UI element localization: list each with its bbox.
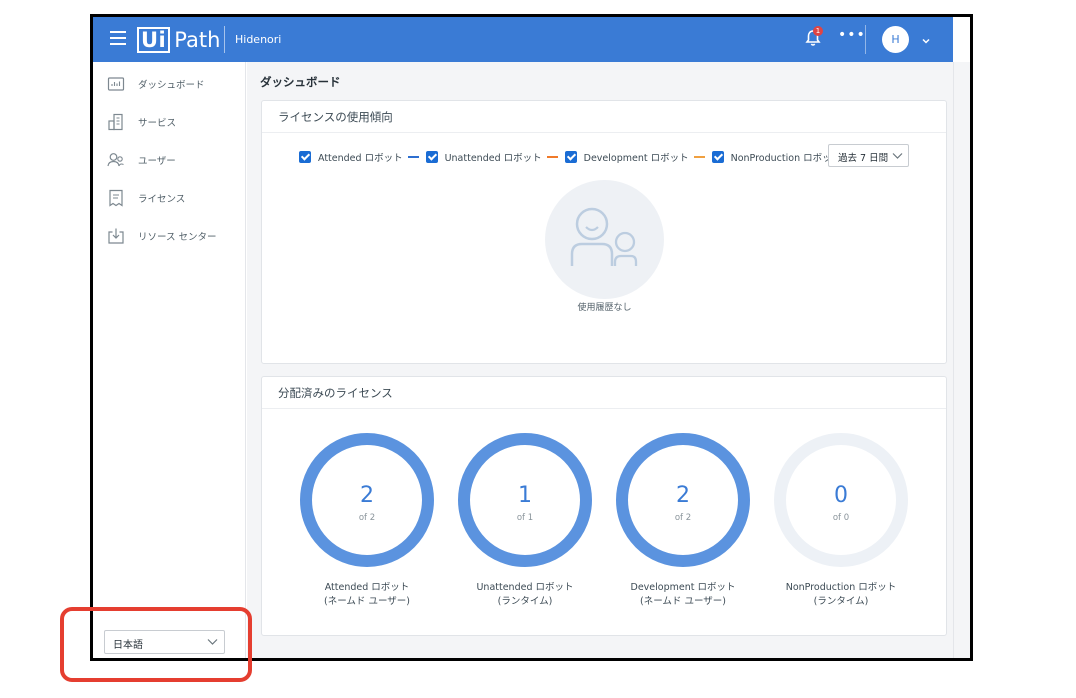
period-value: 過去 7 日間 (838, 153, 889, 164)
logo-path: Path (174, 27, 221, 52)
sidebar-item-services[interactable]: サービス (93, 109, 246, 135)
sidebar-item-label: サービス (138, 118, 177, 129)
donut-label: NonProduction ロボット (ランタイム) (785, 582, 897, 607)
donut-value: 0 (834, 483, 848, 508)
avatar[interactable]: H (882, 26, 909, 53)
scroll-gutter (953, 62, 970, 658)
legend-swatch (546, 156, 558, 158)
sidebar-item-label: ユーザー (138, 156, 176, 167)
card-title: 分配済みのライセンス (278, 386, 393, 400)
app-window: Ui Path Hidenori 1 ••• H ダッシュボード サービス ユー… (90, 14, 973, 661)
donut-label: Attended ロボット (ネームド ユーザー) (324, 582, 410, 607)
tenant-name[interactable]: Hidenori (235, 33, 281, 46)
legend-swatch (693, 156, 705, 158)
card-divider (262, 132, 946, 133)
legend-label: NonProduction ロボット (730, 153, 842, 164)
menu-icon[interactable] (110, 31, 126, 45)
no-history-text: 使用履歴なし (577, 303, 632, 313)
checkbox-development[interactable] (564, 151, 577, 163)
sidebar-item-label: ライセンス (138, 194, 186, 205)
legend-attended[interactable]: Attended ロボット (299, 150, 419, 164)
no-history-illustration (545, 180, 664, 299)
dashboard-icon (106, 74, 126, 94)
legend-label: Development ロボット (583, 153, 689, 164)
notification-badge: 1 (813, 26, 823, 36)
donut-value: 1 (518, 483, 532, 508)
donut-total: of 0 (832, 513, 850, 523)
uipath-logo[interactable]: Ui Path (137, 26, 220, 53)
chevron-down-icon (892, 153, 903, 159)
sidebar-item-label: リソース センター (138, 232, 217, 243)
header-divider (224, 26, 225, 53)
donut-total: of 2 (358, 513, 376, 523)
chevron-down-icon[interactable] (921, 31, 931, 44)
highlight-annotation (60, 607, 252, 682)
donut-label: Unattended ロボット (ランタイム) (476, 582, 574, 607)
donut-total: of 2 (674, 513, 692, 523)
top-header: Ui Path Hidenori 1 ••• H (93, 17, 953, 62)
download-icon (106, 226, 126, 246)
legend-development[interactable]: Development ロボット (564, 150, 705, 164)
license-usage-card: ライセンスの使用傾向 Attended ロボット Unattended ロボット… (261, 100, 947, 364)
legend-swatch (407, 156, 419, 158)
main-content: ダッシュボード ライセンスの使用傾向 Attended ロボット Unatten… (247, 62, 953, 658)
checkbox-unattended[interactable] (425, 151, 438, 163)
sidebar-item-resource-center[interactable]: リソース センター (93, 223, 246, 249)
card-title: ライセンスの使用傾向 (278, 110, 393, 124)
donut-label: Development ロボット (ネームド ユーザー) (630, 582, 736, 607)
legend-label: Unattended ロボット (444, 153, 542, 164)
period-select[interactable]: 過去 7 日間 (828, 144, 909, 167)
checkbox-nonproduction[interactable] (711, 151, 724, 163)
donut-value: 2 (676, 483, 690, 508)
bell-icon[interactable]: 1 (805, 26, 823, 49)
license-icon (106, 188, 126, 208)
checkbox-attended[interactable] (299, 151, 311, 163)
sidebar-item-dashboard[interactable]: ダッシュボード (93, 71, 246, 97)
sidebar-item-label: ダッシュボード (138, 80, 205, 91)
page-title: ダッシュボード (260, 75, 341, 89)
donut-value: 2 (360, 483, 374, 508)
legend-label: Attended ロボット (318, 153, 403, 164)
more-icon[interactable]: ••• (838, 27, 866, 43)
users-icon (106, 150, 126, 170)
donut-total: of 1 (516, 513, 534, 523)
card-divider (262, 408, 946, 409)
services-icon (106, 112, 126, 132)
allocated-license-card: 分配済みのライセンス 2 of 2 Attended ロボット (ネームド ユーザ… (261, 376, 947, 636)
sidebar-item-users[interactable]: ユーザー (93, 147, 246, 173)
logo-ui: Ui (137, 26, 171, 53)
users-icon (570, 207, 638, 266)
header-divider-2 (865, 25, 866, 54)
usage-legend: Attended ロボット Unattended ロボット Developmen… (299, 150, 864, 164)
sidebar: ダッシュボード サービス ユーザー ライセンス リソース センター 日本語 (93, 62, 246, 658)
legend-unattended[interactable]: Unattended ロボット (425, 150, 558, 164)
sidebar-item-license[interactable]: ライセンス (93, 185, 246, 211)
